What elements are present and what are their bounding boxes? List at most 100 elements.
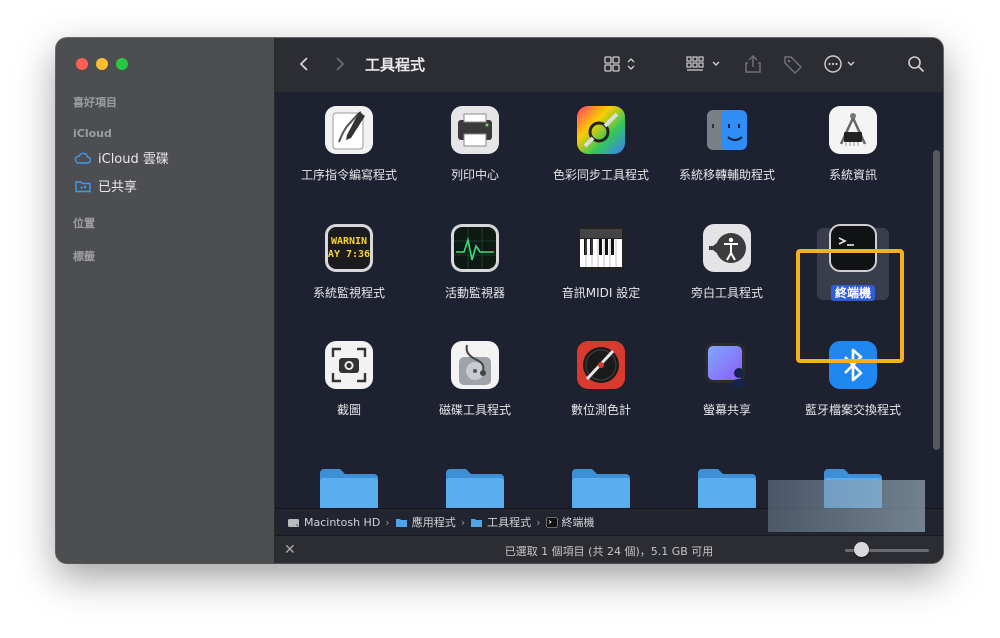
- zoom-window-button[interactable]: [116, 58, 128, 70]
- file-item-label: 系統監視程式: [312, 286, 385, 300]
- file-item-label: 列印中心: [450, 168, 499, 182]
- file-item-label: 數位測色計: [570, 403, 631, 417]
- digital-color-meter-icon: [577, 341, 625, 389]
- sidebar-section-icloud[interactable]: iCloud: [73, 127, 112, 140]
- file-item-label: 旁白工具程式: [690, 286, 763, 300]
- file-item-label: 磁碟工具程式: [438, 403, 511, 417]
- group-by-icon: [686, 56, 720, 71]
- path-item-label: 終端機: [561, 516, 595, 529]
- print-center-icon: [451, 106, 499, 154]
- annotation-highlight-box: [796, 249, 904, 363]
- sidebar-item-label: 已共享: [98, 180, 138, 195]
- file-item-label: 系統移轉輔助程式: [678, 168, 775, 182]
- chevron-left-icon: [299, 57, 308, 71]
- folder-icon[interactable]: [444, 467, 506, 508]
- window-title: 工具程式: [365, 56, 426, 74]
- script-editor-icon: [325, 106, 373, 154]
- status-text: 已選取 1 個項目 (共 24 個)，5.1 GB 可用: [504, 545, 714, 558]
- file-item-digital-color-meter[interactable]: 數位測色計: [542, 327, 660, 437]
- migration-assistant-icon: [707, 110, 747, 150]
- tag-icon: [784, 56, 803, 74]
- folder-icon[interactable]: [570, 467, 632, 508]
- shared-folder-icon: [75, 180, 91, 192]
- vertical-scrollbar[interactable]: [933, 150, 940, 450]
- group-by-button[interactable]: [685, 52, 725, 76]
- file-item-label: 系統資訊: [828, 168, 877, 182]
- ellipsis-circle-icon: [824, 55, 855, 73]
- folder-icon: [471, 518, 483, 527]
- path-item-label: Macintosh HD: [304, 515, 381, 529]
- file-item-disk-utility[interactable]: 磁碟工具程式: [416, 327, 534, 437]
- search-button[interactable]: [905, 52, 927, 76]
- file-item-audio-midi[interactable]: 音訊MIDI 設定: [542, 210, 660, 320]
- system-information-icon: [829, 106, 877, 154]
- console-icon: WARNIN AY 7:36: [325, 224, 373, 272]
- path-separator: ›: [385, 515, 390, 529]
- terminal-small-icon: [545, 516, 558, 528]
- view-mode-button[interactable]: [603, 52, 639, 76]
- file-item-screen-sharing[interactable]: 螢幕共享: [668, 327, 786, 437]
- hard-drive-icon: [288, 518, 299, 527]
- console-icon-text-2: AY 7:36: [328, 249, 370, 260]
- file-item-screenshot[interactable]: 截圖: [290, 327, 408, 437]
- file-item-label: 音訊MIDI 設定: [561, 286, 641, 300]
- file-item-migration-assistant[interactable]: 系統移轉輔助程式: [668, 92, 786, 202]
- sidebar-section-tags[interactable]: 標籤: [73, 248, 95, 264]
- path-item-applications[interactable]: 應用程式: [395, 514, 456, 530]
- screen-sharing-icon: [705, 343, 747, 387]
- status-bar: ✕ 已選取 1 個項目 (共 24 個)，5.1 GB 可用: [275, 535, 943, 563]
- activity-monitor-icon: [451, 224, 499, 272]
- path-item-terminal[interactable]: 終端機: [545, 514, 595, 530]
- grid-view-icon: [604, 56, 635, 72]
- share-button[interactable]: [742, 52, 764, 76]
- sidebar-section-favorites[interactable]: 喜好項目: [73, 94, 117, 110]
- file-item-label: 藍牙檔案交換程式: [804, 403, 901, 417]
- folder-icon[interactable]: [318, 467, 380, 508]
- path-item-macintosh-hd[interactable]: Macintosh HD: [287, 516, 380, 529]
- toolbar: 工具程式: [275, 38, 943, 93]
- disk-utility-icon: [451, 341, 499, 389]
- file-item-script-editor[interactable]: 工序指令編寫程式: [290, 92, 408, 202]
- file-item-activity-monitor[interactable]: 活動監視器: [416, 210, 534, 320]
- icloud-icon: [74, 152, 92, 164]
- sidebar-section-locations[interactable]: 位置: [73, 215, 95, 231]
- path-item-label: 應用程式: [411, 516, 456, 529]
- chevron-right-icon: [336, 57, 345, 71]
- more-actions-button[interactable]: [823, 52, 863, 76]
- file-item-label: 色彩同步工具程式: [552, 168, 649, 182]
- forward-button[interactable]: [331, 52, 349, 76]
- share-icon: [745, 54, 761, 73]
- voiceover-icon: [703, 224, 751, 272]
- tag-button[interactable]: [780, 52, 806, 76]
- back-button[interactable]: [295, 52, 313, 76]
- audio-midi-icon: [577, 226, 625, 270]
- folder-icon: [395, 518, 407, 527]
- file-item-voiceover-utility[interactable]: 旁白工具程式: [668, 210, 786, 320]
- folder-icon[interactable]: [696, 467, 758, 508]
- window-controls: [76, 58, 128, 70]
- file-item-console[interactable]: WARNIN AY 7:36 系統監視程式: [290, 210, 408, 320]
- search-icon: [908, 56, 925, 73]
- file-item-label: 螢幕共享: [702, 403, 751, 417]
- path-separator: ›: [460, 515, 466, 529]
- file-item-label: 工序指令編寫程式: [300, 168, 397, 182]
- file-item-print-center[interactable]: 列印中心: [416, 92, 534, 202]
- file-item-label: 活動監視器: [444, 286, 505, 300]
- path-item-label: 工具程式: [487, 516, 532, 529]
- sidebar: 喜好項目 iCloud iCloud 雲碟 已共享 位置 標籤: [56, 38, 275, 563]
- colorsync-icon: [577, 106, 625, 154]
- file-item-system-information[interactable]: 系統資訊: [794, 92, 912, 202]
- sidebar-item-shared[interactable]: 已共享: [74, 176, 137, 195]
- console-icon-text-1: WARNIN: [331, 236, 367, 247]
- file-item-label: 截圖: [336, 403, 361, 417]
- path-separator: ›: [536, 515, 541, 529]
- file-item-colorsync[interactable]: 色彩同步工具程式: [542, 92, 660, 202]
- finder-window: 喜好項目 iCloud iCloud 雲碟 已共享 位置 標籤 工具程式 工序指…: [56, 38, 943, 563]
- blurred-overlay: [768, 480, 925, 532]
- sidebar-item-label: iCloud 雲碟: [98, 152, 169, 167]
- screenshot-icon: [325, 341, 373, 389]
- path-item-utilities[interactable]: 工具程式: [470, 514, 531, 530]
- close-window-button[interactable]: [76, 58, 88, 70]
- minimize-window-button[interactable]: [96, 58, 108, 70]
- sidebar-item-icloud-drive[interactable]: iCloud 雲碟: [74, 148, 169, 167]
